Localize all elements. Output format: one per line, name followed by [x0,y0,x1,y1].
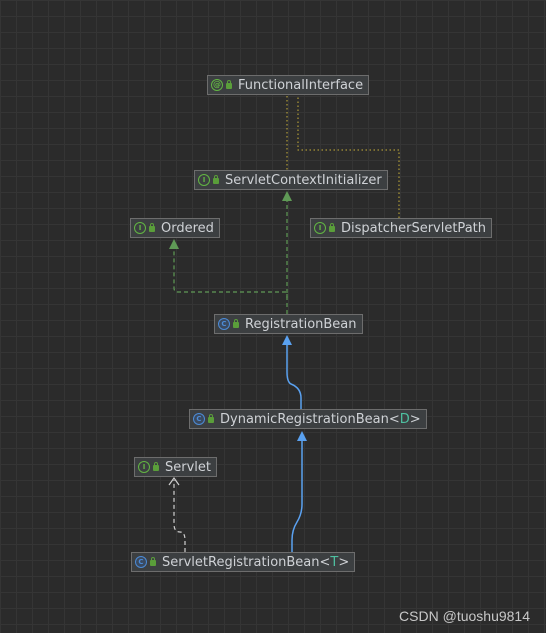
node-servlet-context-initializer[interactable]: I ServletContextInitializer [194,170,388,190]
interface-icon: I [138,461,150,473]
interface-icon: I [134,222,146,234]
node-functional-interface[interactable]: @ FunctionalInterface [207,75,370,95]
class-icon: C [135,556,147,568]
edge-rb-implements-ordered [173,248,288,298]
node-label: Ordered [161,220,214,236]
edge-srb-extends-drb [291,440,303,552]
lock-icon [226,80,232,89]
node-label: FunctionalInterface [238,77,364,93]
type-open: < [319,554,331,570]
node-label: RegistrationBean [245,316,357,332]
edge-drb-extends-rb [286,344,302,409]
node-label: ServletContextInitializer [225,172,382,188]
lock-icon [329,223,335,232]
class-icon: C [193,413,205,425]
node-label: ServletRegistrationBean [162,554,320,570]
node-label: DynamicRegistrationBean [220,411,389,427]
annotation-icon: @ [211,79,223,91]
node-servlet[interactable]: I Servlet [134,457,217,477]
node-dynamic-registration-bean[interactable]: C DynamicRegistrationBean < D > [189,409,427,429]
node-servlet-registration-bean[interactable]: C ServletRegistrationBean < T > [131,552,356,572]
lock-icon [150,557,156,566]
type-close: > [409,411,421,427]
interface-icon: I [198,174,210,186]
lock-icon [153,462,159,471]
node-label: DispatcherServletPath [341,220,486,236]
node-dispatcher-servlet-path[interactable]: I DispatcherServletPath [310,218,492,238]
type-param: T [330,554,339,570]
lock-icon [233,319,239,328]
type-open: < [388,411,400,427]
node-registration-bean[interactable]: C RegistrationBean [214,314,363,334]
edge-rb-ordered-arrowhead [169,239,179,249]
edge-srb-drb-arrowhead [297,431,307,441]
node-label: Servlet [165,459,211,475]
type-close: > [338,554,350,570]
lock-icon [149,223,155,232]
node-ordered[interactable]: I Ordered [130,218,220,238]
interface-icon: I [314,222,326,234]
type-param: D [399,411,410,427]
watermark: CSDN @tuoshu9814 [399,608,530,624]
class-icon: C [218,318,230,330]
lock-icon [208,414,214,423]
lock-icon [213,175,219,184]
edge-rb-sci-arrowhead [282,191,292,201]
edge-drb-rb-arrowhead [282,335,292,345]
edge-dsp-annotated-functional [297,96,400,218]
edge-srb-depends-servlet [173,480,186,552]
